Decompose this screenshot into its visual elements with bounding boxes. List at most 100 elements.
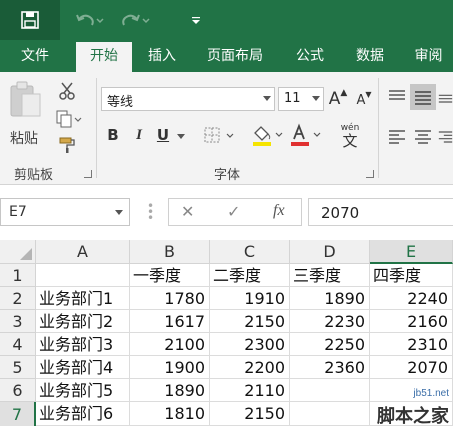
row-header[interactable]: 6 [0,379,36,402]
font-dialog-launcher[interactable] [366,170,374,178]
align-right-button[interactable] [438,126,453,148]
tab-data[interactable]: 数据 [344,40,396,72]
cell[interactable]: 1890 [130,379,210,402]
underline-button[interactable]: U [154,124,172,146]
fill-color-button[interactable] [250,122,286,148]
paint-bucket-icon [253,126,283,146]
format-painter-button[interactable] [56,134,78,156]
cell[interactable]: 1617 [130,310,210,333]
column-header[interactable]: B [130,240,210,264]
tab-page-layout[interactable]: 页面布局 [196,40,274,72]
chevron-down-icon [115,210,123,215]
font-group-label: 字体 [214,168,241,183]
cell[interactable]: 1890 [290,287,370,310]
cell[interactable]: 业务部门5 [36,379,130,402]
cell[interactable]: 业务部门1 [36,287,130,310]
column-header[interactable]: C [210,240,290,264]
cell[interactable]: 2100 [130,333,210,356]
tab-insert[interactable]: 插入 [136,40,188,72]
row-header[interactable]: 4 [0,333,36,356]
paste-button[interactable]: 粘贴 [8,80,50,147]
tab-formulas[interactable]: 公式 [284,40,336,72]
cell[interactable]: 一季度 [130,264,210,287]
cell[interactable]: 2150 [210,310,290,333]
row-header[interactable]: 1 [0,264,36,287]
select-all-corner[interactable] [0,240,36,264]
cell[interactable]: 2360 [290,356,370,379]
undo-icon [76,14,104,26]
ribbon-tabs: 文件 开始 插入 页面布局 公式 数据 审阅 [0,40,453,72]
chevron-down-icon [192,17,200,24]
copy-button[interactable] [54,108,84,130]
font-size-combo[interactable]: 11 [278,87,324,111]
row-header[interactable]: 5 [0,356,36,379]
cell[interactable] [36,264,130,287]
tab-file[interactable]: 文件 [0,40,70,72]
cut-button[interactable] [56,80,78,102]
ribbon-home: 粘贴 剪贴板 等线 11 A ▲ A ▼ B I U wén 文 字体 [0,72,453,185]
cell[interactable]: 2200 [210,356,290,379]
row-header[interactable]: 2 [0,287,36,310]
column-header[interactable]: A [36,240,130,264]
cell[interactable]: 2070 [370,356,453,379]
cell[interactable]: 业务部门3 [36,333,130,356]
corner-triangle-icon [20,248,32,260]
cell[interactable]: 1780 [130,287,210,310]
cancel-button[interactable]: ✕ [181,202,194,221]
font-name-combo[interactable]: 等线 [101,87,275,111]
cell[interactable]: 2110 [210,379,290,402]
name-box[interactable]: E7 [0,198,130,226]
watermark: jb51.net 脚本之家 [372,384,453,429]
column-header-selected[interactable]: E [370,240,453,264]
cell[interactable]: 2240 [370,287,453,310]
cell[interactable]: 2230 [290,310,370,333]
cell[interactable]: 业务部门2 [36,310,130,333]
customize-quick-access-button[interactable] [186,0,206,40]
cell[interactable]: 1910 [210,287,290,310]
align-middle-button[interactable] [410,84,436,110]
cell[interactable]: 2150 [210,402,290,426]
font-size-value: 11 [284,91,301,106]
tab-home[interactable]: 开始 [76,42,132,72]
insert-function-button[interactable]: fx [273,202,285,220]
borders-button[interactable] [202,124,238,146]
cell[interactable]: 业务部门4 [36,356,130,379]
formula-input[interactable]: 2070 [308,198,453,226]
cell[interactable]: 2250 [290,333,370,356]
undo-button[interactable] [70,0,110,40]
cell[interactable]: 1810 [130,402,210,426]
shrink-font-button[interactable]: A ▼ [354,90,374,110]
cell[interactable]: 业务部门6 [36,402,130,426]
save-button[interactable] [0,0,60,40]
cell[interactable]: 二季度 [210,264,290,287]
column-header[interactable]: D [290,240,370,264]
row-header-selected[interactable]: 7 [0,402,36,426]
italic-button[interactable]: I [130,124,148,146]
align-left-button[interactable] [386,126,408,148]
tab-review[interactable]: 审阅 [404,40,453,72]
cell[interactable]: 1900 [130,356,210,379]
align-top-button[interactable] [386,86,408,108]
cell[interactable] [290,402,370,426]
clipboard-dialog-launcher[interactable] [84,170,92,178]
group-divider [378,78,379,178]
font-color-button[interactable] [288,122,324,148]
align-bottom-button[interactable] [438,86,453,108]
cell[interactable]: 2160 [370,310,453,333]
cell[interactable]: 2310 [370,333,453,356]
cell[interactable]: 2300 [210,333,290,356]
row-header[interactable]: 3 [0,310,36,333]
align-center-button[interactable] [412,126,434,148]
redo-button[interactable] [116,0,156,40]
cell[interactable]: 四季度 [370,264,453,287]
bold-button[interactable]: B [104,124,122,146]
resize-handle[interactable]: • • • [147,200,154,224]
paste-icon [10,81,41,117]
cell[interactable] [290,379,370,402]
underline-dropdown[interactable] [174,130,188,142]
enter-button[interactable]: ✓ [227,202,240,221]
cell[interactable]: 三季度 [290,264,370,287]
formula-value: 2070 [321,204,360,222]
grow-font-button[interactable]: A ▲ [328,88,348,110]
phonetic-guide-button[interactable]: wén 文 [336,122,364,150]
